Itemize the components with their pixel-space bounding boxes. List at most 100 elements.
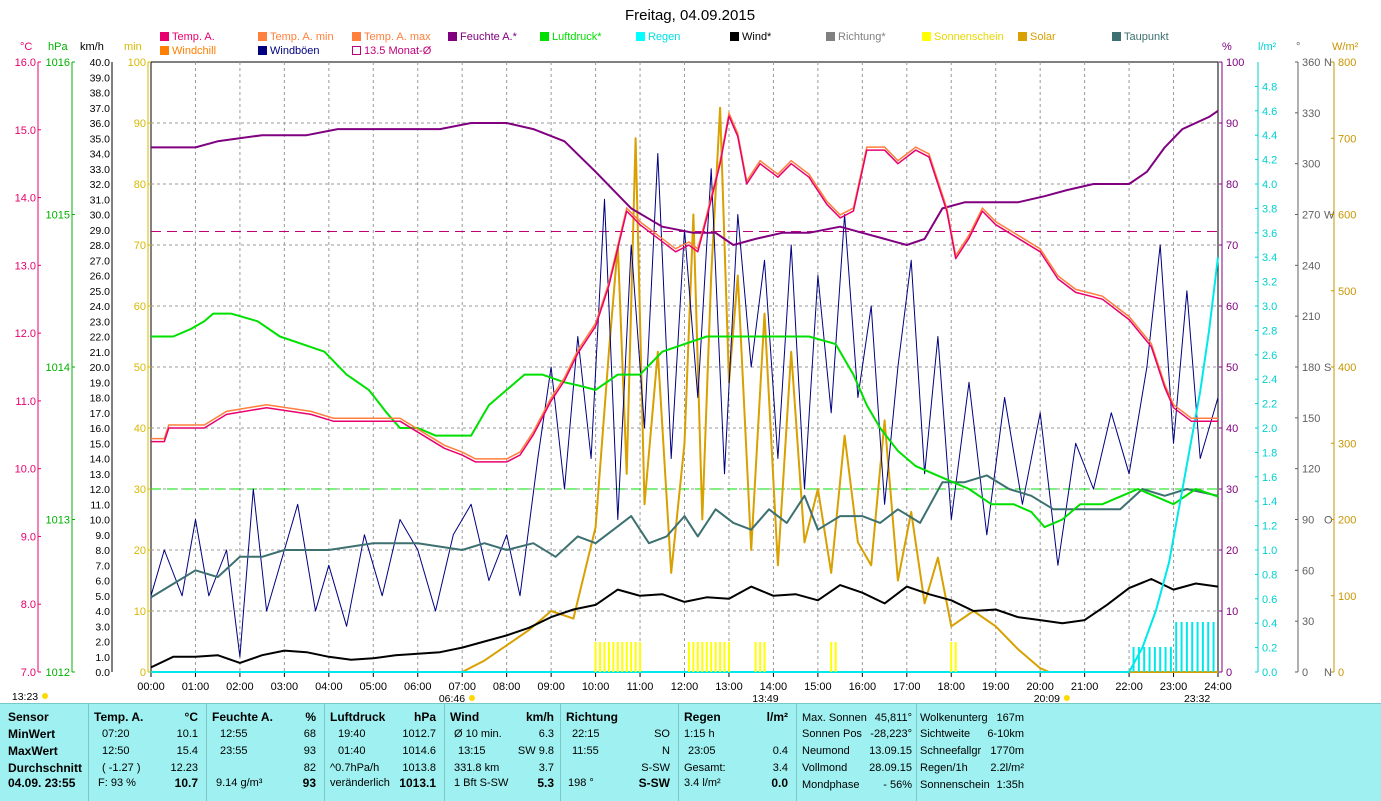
axis-title-celsius: °C xyxy=(20,41,32,53)
wind-max-value: SW 9.8 xyxy=(517,745,554,757)
kmh-tick-label: 34.0 xyxy=(90,149,111,161)
row-label-max: MaxWert xyxy=(8,744,58,758)
direction-tick-label: 180 xyxy=(1302,362,1320,374)
temp-current-value: 10.7 xyxy=(174,776,198,790)
temp-trend: ( -1.27 ) xyxy=(102,762,141,774)
legend-swatch xyxy=(160,46,169,55)
pressure-avg-value: 1013.8 xyxy=(402,762,436,774)
celsius-tick-label: 11.0 xyxy=(15,396,36,408)
sunshine-value: 1:35h xyxy=(996,779,1024,791)
hpa-tick-label: 1014 xyxy=(46,362,70,374)
legend-swatch xyxy=(540,32,549,41)
legend-entry: Windböen xyxy=(258,45,320,57)
kmh-tick-label: 10.0 xyxy=(90,515,111,527)
rain-tick-label: 1.8 xyxy=(1262,447,1277,459)
full-moon-value: 28.09.15 xyxy=(869,762,912,774)
kmh-tick-label: 35.0 xyxy=(90,133,111,145)
rain-tick-label: 0.6 xyxy=(1262,594,1277,606)
full-moon-label: Vollmond xyxy=(802,762,848,774)
kmh-tick-label: 12.0 xyxy=(90,484,111,496)
kmh-tick-label: 33.0 xyxy=(90,164,111,176)
rain-tick-label: 0.2 xyxy=(1262,643,1277,655)
percent-tick-label: 0 xyxy=(1226,667,1232,679)
snowline-label: Schneefallgr xyxy=(920,745,982,757)
humidity-min-value: 68 xyxy=(303,728,316,740)
kmh-tick-label: 39.0 xyxy=(90,72,111,84)
rain-hour-label: Regen/1h xyxy=(920,762,968,774)
legend-entry: Regen xyxy=(636,31,680,43)
kmh-tick-label: 19.0 xyxy=(90,377,111,389)
sunshine-label: Sonnenschein xyxy=(920,779,990,791)
minutes-tick-label: 0 xyxy=(140,667,146,679)
hpa-tick-label: 1012 xyxy=(46,667,70,679)
hour-tick-label: 12:00 xyxy=(671,681,699,693)
minutes-tick-label: 60 xyxy=(134,301,146,313)
rain-tick-label: 1.0 xyxy=(1262,545,1277,557)
minutes-tick-label: 70 xyxy=(134,240,146,252)
wind-beaufort: 1 Bft S-SW xyxy=(454,777,509,789)
chart-title: Freitag, 04.09.2015 xyxy=(625,7,755,24)
rain-column: Regen l/m² 1:15 h 23:05 0.4 Gesamt: 3.4 … xyxy=(684,704,792,801)
direction-column: Richtung 22:15 SO 11:55 N S-SW 198 ° S-S… xyxy=(566,704,674,801)
legend-entry: Sonnenschein xyxy=(922,31,1004,43)
celsius-tick-label: 10.0 xyxy=(15,464,36,476)
temp-min-time: 07:20 xyxy=(102,728,130,740)
new-moon-value: 13.09.15 xyxy=(869,745,912,757)
rain-total-value: 3.4 xyxy=(772,762,788,774)
wind-avg10-value: 6.3 xyxy=(538,728,554,740)
hour-tick-label: 24:00 xyxy=(1204,681,1232,693)
legend-label: Solar xyxy=(1030,31,1056,43)
kmh-tick-label: 5.0 xyxy=(95,591,110,603)
kmh-tick-label: 26.0 xyxy=(90,271,111,283)
astro-column: Max. Sonnen 45,811° Sonnen Pos -28,223° … xyxy=(802,704,914,801)
hpa-tick-label: 1015 xyxy=(46,210,70,222)
percent-tick-label: 20 xyxy=(1226,545,1238,557)
hour-tick-label: 02:00 xyxy=(226,681,254,693)
legend-entry: Taupunkt xyxy=(1112,31,1169,43)
legend-label: Wind* xyxy=(742,31,772,43)
solar-tick-label: 400 xyxy=(1338,362,1356,374)
direction-tick-label: 120 xyxy=(1302,464,1320,476)
pressure-column: Luftdruck hPa 19:40 1012.7 01:40 1014.6 … xyxy=(330,704,440,801)
rain-tick-label: 2.8 xyxy=(1262,325,1277,337)
legend-label: 13.5 Monat-Ø xyxy=(364,45,432,57)
direction-tick-label: 150 xyxy=(1302,413,1320,425)
kmh-tick-label: 13.0 xyxy=(90,469,111,481)
direction-compass-label: N xyxy=(1324,667,1332,679)
kmh-tick-label: 8.0 xyxy=(95,545,110,557)
kmh-tick-label: 1.0 xyxy=(95,652,110,664)
rain-max-value: 0.4 xyxy=(772,745,788,757)
minutes-tick-label: 20 xyxy=(134,545,146,557)
celsius-tick-label: 15.0 xyxy=(15,125,36,137)
celsius-tick-label: 8.0 xyxy=(21,599,36,611)
kmh-tick-label: 4.0 xyxy=(95,606,110,618)
pressure-current-value: 1013.1 xyxy=(399,776,436,790)
kmh-tick-label: 27.0 xyxy=(90,255,111,267)
direction-tick-label: 60 xyxy=(1302,565,1314,577)
hour-tick-label: 00:00 xyxy=(137,681,165,693)
rain-tick-label: 2.4 xyxy=(1262,374,1277,386)
celsius-tick-label: 12.0 xyxy=(15,328,36,340)
pressure-tendency: veränderlich xyxy=(330,777,390,789)
rain-tick-label: 4.6 xyxy=(1262,106,1277,118)
misc-column: Wolkenunterg 167m Sichtweite 6-10km Schn… xyxy=(920,704,1024,801)
weather-chart: Freitag, 04.09.2015 00:00 01:00 02:00 03:00… xyxy=(0,0,1381,703)
direction-max-time: 11:55 xyxy=(572,745,599,757)
legend-label: Taupunkt xyxy=(1124,31,1169,43)
rain-max-time: 23:05 xyxy=(688,745,716,757)
sun-max-label: Max. Sonnen xyxy=(802,712,867,724)
rain-tick-label: 3.8 xyxy=(1262,203,1277,215)
minutes-tick-label: 50 xyxy=(134,362,146,374)
kmh-tick-label: 38.0 xyxy=(90,88,111,100)
legend-label: Richtung* xyxy=(838,31,886,43)
celsius-tick-label: 14.0 xyxy=(15,193,36,205)
pressure-min-time: 19:40 xyxy=(338,728,366,740)
pressure-min-value: 1012.7 xyxy=(402,728,436,740)
direction-max-value: N xyxy=(662,745,670,757)
sensor-column: Sensor MinWert MaxWert Durchschnitt 04.0… xyxy=(8,704,88,801)
celsius-tick-label: 16.0 xyxy=(15,57,36,69)
kmh-tick-label: 36.0 xyxy=(90,118,111,130)
wind-max-time: 13:15 xyxy=(458,745,486,757)
direction-tick-label: 240 xyxy=(1302,260,1320,272)
kmh-tick-label: 9.0 xyxy=(95,530,110,542)
